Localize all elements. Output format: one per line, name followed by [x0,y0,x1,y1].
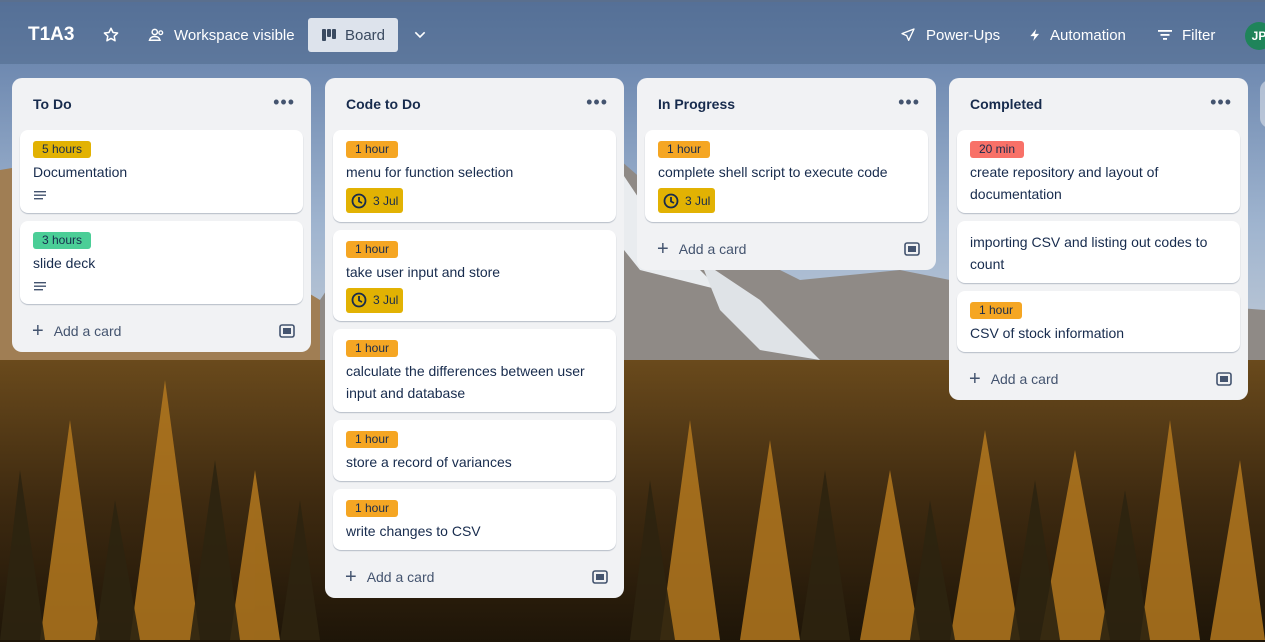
star-icon [103,27,119,42]
list-title[interactable]: To Do [33,96,72,112]
card[interactable]: 5 hours Documentation [20,130,303,213]
add-card-button[interactable]: + Add a card [657,239,746,259]
description-icon [33,280,290,296]
add-card-label: Add a card [678,240,747,257]
board-title[interactable]: T1A3 [18,18,84,52]
card[interactable]: 1 hour complete shell script to execute … [645,130,928,222]
automation-label: Automation [1050,26,1126,44]
card-title: importing CSV and listing out codes to c… [970,234,1208,272]
card[interactable]: 1 hour calculate the differences between… [333,329,616,412]
add-card-button[interactable]: + Add a card [969,369,1058,389]
list-in-progress: In Progress ••• 1 hour complete shell sc… [637,78,936,270]
list-title[interactable]: Completed [970,96,1042,112]
add-card-label: Add a card [990,371,1059,387]
add-list-button[interactable] [1260,80,1265,128]
board-icon [321,29,336,41]
power-ups-label: Power-Ups [926,26,1001,44]
card[interactable]: 20 min create repository and layout of d… [957,130,1240,213]
dots-icon: ••• [273,92,295,112]
workspace-label: Workspace visible [174,26,295,44]
card-title: Documentation [33,164,128,180]
list-completed: Completed ••• 20 min create repository a… [949,78,1248,400]
card-title: store a record of variances [346,454,512,470]
dots-icon: ••• [898,92,920,112]
due-date-badge[interactable]: 3 Jul [658,188,716,213]
list-title[interactable]: Code to Do [346,96,421,112]
card-title: create repository and layout of document… [970,164,1159,202]
add-card-button[interactable]: + Add a card [32,321,121,341]
template-icon[interactable] [904,241,920,261]
list-to-do: To Do ••• 5 hours Documentation 3 hours … [12,78,311,352]
card-title: CSV of stock information [970,325,1125,341]
description-icon [33,189,290,205]
plus-icon: + [345,566,357,588]
due-date-badge[interactable]: 3 Jul [346,287,404,313]
rocket-icon [901,28,915,41]
board-view-label: Board [344,26,386,44]
card-label: 5 hours [33,141,92,158]
card-label: 1 hour [658,141,711,158]
add-card-label: Add a card [366,569,435,585]
clock-icon [663,193,679,208]
chevron-down-icon [414,31,426,39]
board-view-button[interactable]: Board [308,18,398,52]
card-label: 1 hour [346,240,399,258]
due-date-text: 3 Jul [685,193,711,208]
card-title: menu for function selection [346,164,514,180]
due-date-text: 3 Jul [373,193,399,208]
filter-icon [1158,30,1172,40]
card-title: complete shell script to execute code [658,164,888,180]
plus-icon: + [32,320,44,342]
card-title: slide deck [33,255,96,271]
workspace-visibility-button[interactable]: Workspace visible [140,18,303,52]
dots-icon: ••• [1210,92,1232,112]
card-title: take user input and store [346,263,501,280]
template-icon[interactable] [592,570,608,589]
add-card-label: Add a card [53,323,122,339]
automation-button[interactable]: Automation [1020,18,1134,52]
card-label: 1 hour [346,431,399,448]
list-code-to-do: Code to Do ••• 1 hour menu for function … [325,78,624,598]
filter-label: Filter [1182,26,1216,44]
board-header: T1A3 Workspace visible Board Power-Ups A… [0,0,1265,64]
template-icon[interactable] [279,324,295,343]
add-card-button[interactable]: + Add a card [345,567,434,587]
card[interactable]: 1 hour store a record of variances [333,420,616,481]
list-menu-button[interactable]: ••• [1210,92,1232,113]
card[interactable]: importing CSV and listing out codes to c… [957,221,1240,283]
list-menu-button[interactable]: ••• [273,92,295,113]
card[interactable]: 3 hours slide deck [20,221,303,304]
card-title: calculate the differences between user i… [346,363,585,401]
list-menu-button[interactable]: ••• [898,92,920,113]
card-label: 1 hour [346,340,399,357]
star-button[interactable] [96,18,126,52]
filter-button[interactable]: Filter [1150,18,1223,52]
dots-icon: ••• [586,92,608,112]
due-date-text: 3 Jul [373,293,399,307]
card[interactable]: 1 hour menu for function selection 3 Jul [333,130,616,222]
card[interactable]: 1 hour take user input and store 3 Jul [333,229,616,321]
avatar[interactable]: JP [1245,22,1265,50]
card-label: 1 hour [346,500,399,517]
power-ups-button[interactable]: Power-Ups [892,18,1008,52]
card[interactable]: 1 hour write changes to CSV [333,489,616,550]
card-label: 20 min [970,141,1025,158]
list-title[interactable]: In Progress [658,96,735,112]
clock-icon [351,292,367,308]
card-label: 3 hours [33,232,92,249]
plus-icon: + [969,368,981,390]
lightning-icon [1030,29,1040,41]
clock-icon [351,193,367,208]
view-switcher-button[interactable] [404,18,436,52]
card-label: 1 hour [970,302,1023,319]
card[interactable]: 1 hour CSV of stock information [957,291,1240,352]
people-icon [148,28,164,41]
due-date-badge[interactable]: 3 Jul [346,188,404,213]
list-menu-button[interactable]: ••• [586,92,608,113]
plus-icon: + [657,237,669,260]
template-icon[interactable] [1216,372,1232,391]
card-title: write changes to CSV [346,523,481,539]
card-label: 1 hour [346,141,399,158]
